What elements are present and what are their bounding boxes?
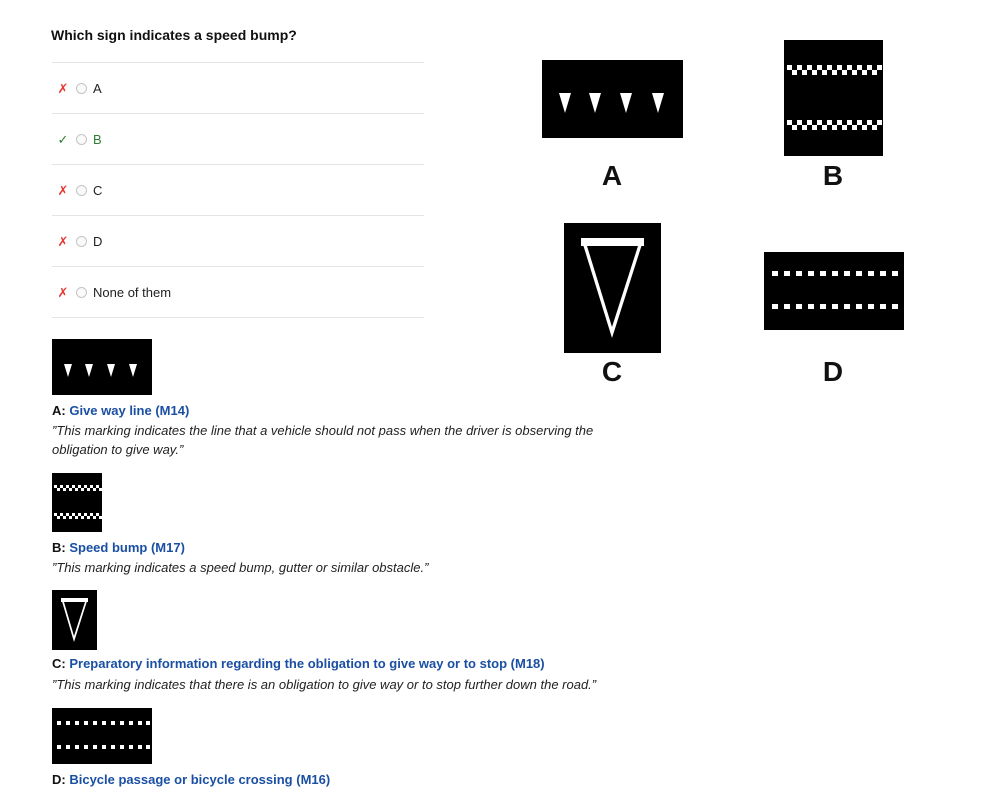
option-label: D [93,233,103,249]
explanation-c-quote: ”This marking indicates that there is an… [52,677,597,692]
explanation-letter: D: [52,772,66,787]
explanation-b-link[interactable]: Speed bump (M17) [69,540,185,555]
thumb-b-speed-bump [52,473,102,532]
answer-options: ✗ A ✓ B ✗ C ✗ D ✗ None of them [52,62,424,318]
sign-c-label: C [601,356,623,387]
explanation-letter: B: [52,540,66,555]
option-label: None of them [93,284,172,300]
option-label: B [93,131,102,147]
option-label: A [93,80,102,96]
thumb-a-give-way-line [52,339,152,395]
sign-d-bicycle-crossing-image [764,252,904,330]
incorrect-icon: ✗ [57,233,69,249]
option-c[interactable]: ✗ C [52,165,424,216]
thumb-d-bicycle-crossing [52,708,152,764]
option-b[interactable]: ✓ B [52,114,424,165]
sign-a-label: A [601,160,623,191]
radio-d[interactable] [76,235,87,247]
explanation-a-link[interactable]: Give way line (M14) [69,403,189,418]
explanation-b-quote: ”This marking indicates a speed bump, gu… [52,560,429,575]
correct-icon: ✓ [57,131,69,147]
radio-b[interactable] [76,133,87,145]
explanation-c-heading: C: Preparatory information regarding the… [52,656,545,671]
incorrect-icon: ✗ [57,80,69,96]
explanation-c-link[interactable]: Preparatory information regarding the ob… [69,656,544,671]
incorrect-icon: ✗ [57,182,69,198]
radio-a[interactable] [76,82,87,94]
sign-b-label: B [822,160,844,191]
thumb-c-preparatory-give-way [52,590,97,650]
explanation-d-heading: D: Bicycle passage or bicycle crossing (… [52,772,330,787]
question-title: Which sign indicates a speed bump? [51,27,297,43]
sign-a-give-way-line-image [542,60,683,138]
explanation-letter: C: [52,656,66,671]
incorrect-icon: ✗ [57,284,69,300]
option-d[interactable]: ✗ D [52,216,424,267]
radio-none[interactable] [76,286,87,298]
option-none[interactable]: ✗ None of them [52,267,424,318]
radio-c[interactable] [76,184,87,196]
explanation-a-heading: A: Give way line (M14) [52,403,189,418]
explanation-b-heading: B: Speed bump (M17) [52,540,185,555]
explanation-d-link[interactable]: Bicycle passage or bicycle crossing (M16… [69,772,330,787]
explanation-a-quote: ”This marking indicates the line that a … [52,423,594,457]
option-label: C [93,182,103,198]
explanation-letter: A: [52,403,66,418]
option-a[interactable]: ✗ A [52,63,424,114]
sign-c-preparatory-give-way-image [564,223,661,353]
sign-b-speed-bump-image [784,40,883,156]
sign-d-label: D [822,356,844,387]
